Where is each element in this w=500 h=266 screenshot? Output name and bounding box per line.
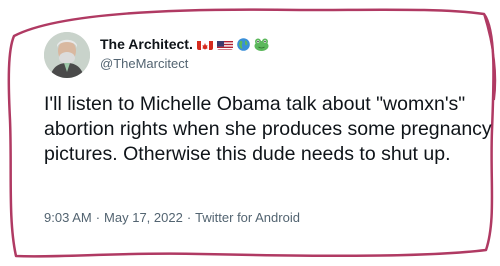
- canada-flag-icon: [196, 39, 213, 50]
- tweet-date[interactable]: May 17, 2022: [104, 210, 183, 225]
- avatar-image: [44, 32, 90, 78]
- us-flag-icon: [216, 39, 233, 50]
- frog-icon: [254, 38, 269, 51]
- tweet-time[interactable]: 9:03 AM: [44, 210, 92, 225]
- meta-separator: ·: [186, 210, 192, 225]
- tweet-card: The Architect. @TheMarcitect I'll listen…: [38, 28, 492, 238]
- user-handle[interactable]: @TheMarcitect: [100, 56, 188, 71]
- meta-separator: ·: [95, 210, 101, 225]
- tweet-text: I'll listen to Michelle Obama talk about…: [44, 93, 492, 165]
- globe-icon: [237, 37, 250, 51]
- tweet-meta: 9:03 AM · May 17, 2022 · Twitter for And…: [44, 210, 300, 225]
- avatar[interactable]: [44, 32, 90, 78]
- author-name-row: The Architect.: [100, 36, 269, 52]
- tweet-source[interactable]: Twitter for Android: [195, 210, 300, 225]
- display-name[interactable]: The Architect.: [100, 36, 193, 52]
